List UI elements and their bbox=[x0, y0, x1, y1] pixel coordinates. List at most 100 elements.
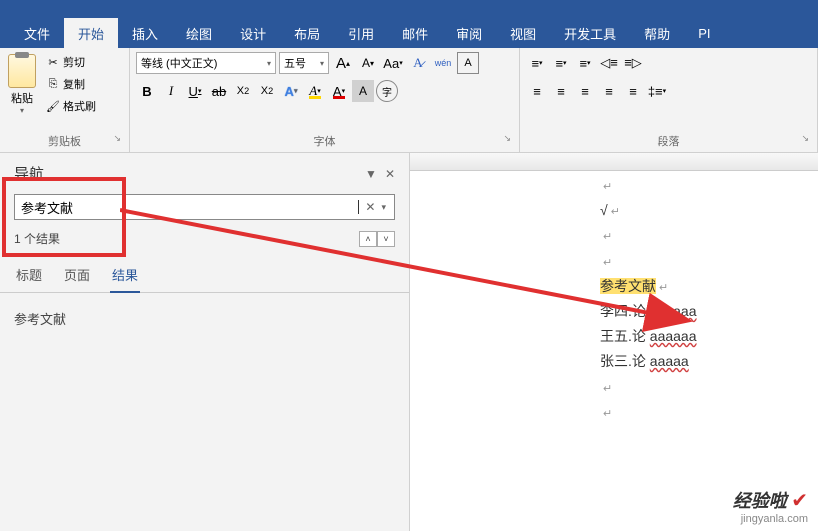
tab-layout[interactable]: 布局 bbox=[280, 18, 334, 49]
shading-button[interactable] bbox=[670, 80, 692, 102]
tab-file[interactable]: 文件 bbox=[10, 18, 64, 49]
doc-line: ↵ bbox=[600, 249, 808, 274]
tab-mailings[interactable]: 邮件 bbox=[388, 18, 442, 49]
format-painter-button[interactable]: 🖌格式刷 bbox=[42, 96, 100, 116]
font-size-value: 五号 bbox=[284, 55, 306, 71]
doc-line: ↵ bbox=[600, 375, 808, 400]
search-input[interactable] bbox=[21, 200, 358, 215]
text-effects-button[interactable]: A▾ bbox=[280, 80, 302, 102]
title-bar bbox=[0, 0, 818, 18]
bold-button[interactable]: B bbox=[136, 80, 158, 102]
underline-button[interactable]: U▾ bbox=[184, 80, 206, 102]
superscript-button[interactable]: X2 bbox=[256, 80, 278, 102]
copy-label: 复制 bbox=[63, 76, 85, 92]
paragraph-group-label: 段落 bbox=[526, 130, 811, 152]
subscript-button[interactable]: X2 bbox=[232, 80, 254, 102]
nav-close-button[interactable]: ✕ bbox=[385, 167, 395, 181]
font-name-select[interactable]: 等线 (中文正文) ▾ bbox=[136, 52, 276, 74]
brush-icon: 🖌 bbox=[46, 99, 60, 113]
nav-tab-results[interactable]: 结果 bbox=[110, 261, 140, 292]
doc-line: ↵ bbox=[600, 223, 808, 248]
result-count: 1 个结果 bbox=[14, 230, 60, 247]
decrease-font-button[interactable]: A▾ bbox=[357, 52, 379, 74]
line-spacing-button[interactable]: ‡≡▾ bbox=[646, 80, 668, 102]
enclose-chars-button[interactable]: 字 bbox=[376, 80, 398, 102]
ribbon: 粘贴 ▾ ✂剪切 ⎘复制 🖌格式刷 剪贴板 等线 (中文正文) ▾ 五号 ▾ A▴ … bbox=[0, 48, 818, 153]
cut-button[interactable]: ✂剪切 bbox=[42, 52, 100, 72]
next-result-button[interactable]: ˅ bbox=[377, 231, 395, 247]
phonetic-guide-button[interactable]: wén bbox=[432, 52, 454, 74]
search-options-button[interactable]: ▾ bbox=[379, 202, 388, 213]
tab-references[interactable]: 引用 bbox=[334, 18, 388, 49]
paste-button[interactable]: 粘贴 ▾ bbox=[6, 52, 38, 117]
bullets-button[interactable]: ≡▾ bbox=[526, 52, 548, 74]
clipboard-group: 粘贴 ▾ ✂剪切 ⎘复制 🖌格式刷 剪贴板 bbox=[0, 48, 130, 152]
ribbon-tabs: 文件 开始 插入 绘图 设计 布局 引用 邮件 审阅 视图 开发工具 帮助 PI bbox=[0, 18, 818, 48]
search-highlight: 参考文献 bbox=[600, 278, 656, 294]
sort-button[interactable] bbox=[646, 52, 668, 74]
doc-line: 张三.论 aaaaa bbox=[600, 349, 808, 374]
search-box[interactable]: ✕ ▾ bbox=[14, 194, 395, 220]
distributed-button[interactable]: ≡ bbox=[622, 80, 644, 102]
paste-label: 粘贴 bbox=[11, 90, 33, 106]
font-color-button[interactable]: A▾ bbox=[328, 80, 350, 102]
paragraph-group: ≡▾ ≡▾ ≡▾ ◁≡ ≡▷ ≡ ≡ ≡ ≡ ≡ ‡≡▾ 段落 bbox=[520, 48, 818, 152]
nav-tab-headings[interactable]: 标题 bbox=[14, 261, 44, 292]
search-result-item[interactable]: 参考文献 bbox=[14, 309, 395, 328]
copy-icon: ⎘ bbox=[46, 77, 60, 91]
doc-line: √↵ bbox=[600, 198, 808, 223]
tab-draw[interactable]: 绘图 bbox=[172, 18, 226, 49]
highlight-button[interactable]: A▾ bbox=[304, 80, 326, 102]
prev-result-button[interactable]: ˄ bbox=[359, 231, 377, 247]
font-group-label: 字体 bbox=[136, 130, 513, 152]
doc-line: ↵ bbox=[600, 400, 808, 425]
font-size-select[interactable]: 五号 ▾ bbox=[279, 52, 329, 74]
tab-design[interactable]: 设计 bbox=[226, 18, 280, 49]
tab-home[interactable]: 开始 bbox=[64, 18, 118, 49]
navigation-pane: 导航 ▼ ✕ ✕ ▾ 1 个结果 ˄ ˅ 标题 页面 结果 bbox=[0, 153, 410, 531]
decrease-indent-button[interactable]: ◁≡ bbox=[598, 52, 620, 74]
cut-label: 剪切 bbox=[63, 54, 85, 70]
tab-developer[interactable]: 开发工具 bbox=[550, 18, 630, 49]
chevron-down-icon: ▾ bbox=[320, 59, 324, 68]
clipboard-group-label: 剪贴板 bbox=[6, 130, 123, 152]
watermark: 经验啦 ✔ jingyanla.com bbox=[733, 487, 808, 525]
clear-formatting-button[interactable]: A̷ bbox=[407, 52, 429, 74]
multilevel-button[interactable]: ≡▾ bbox=[574, 52, 596, 74]
align-right-button[interactable]: ≡ bbox=[574, 80, 596, 102]
nav-options-button[interactable]: ▼ bbox=[365, 167, 377, 181]
numbering-button[interactable]: ≡▾ bbox=[550, 52, 572, 74]
scissors-icon: ✂ bbox=[46, 55, 60, 69]
tab-pdf[interactable]: PI bbox=[684, 20, 724, 47]
strikethrough-button[interactable]: ab bbox=[208, 80, 230, 102]
change-case-button[interactable]: Aa▾ bbox=[382, 52, 404, 74]
nav-pane-title: 导航 bbox=[14, 163, 44, 184]
doc-line: ↵ bbox=[600, 173, 808, 198]
font-name-value: 等线 (中文正文) bbox=[141, 55, 217, 71]
document-area[interactable]: ↵ √↵ ↵ ↵ 参考文献 ↵ 李四.论 aaaaaa 王五.论 aaaaaa 张… bbox=[410, 153, 818, 531]
justify-button[interactable]: ≡ bbox=[598, 80, 620, 102]
doc-line: 李四.论 aaaaaa bbox=[600, 299, 808, 324]
italic-button[interactable]: I bbox=[160, 80, 182, 102]
content-area: 导航 ▼ ✕ ✕ ▾ 1 个结果 ˄ ˅ 标题 页面 结果 bbox=[0, 153, 818, 531]
char-shading-button[interactable]: A bbox=[352, 80, 374, 102]
nav-tabs: 标题 页面 结果 bbox=[0, 257, 409, 293]
clipboard-icon bbox=[8, 54, 36, 88]
align-center-button[interactable]: ≡ bbox=[550, 80, 572, 102]
char-border-button[interactable]: A bbox=[457, 52, 479, 74]
ruler[interactable] bbox=[410, 153, 818, 171]
tab-help[interactable]: 帮助 bbox=[630, 18, 684, 49]
increase-indent-button[interactable]: ≡▷ bbox=[622, 52, 644, 74]
doc-line: 王五.论 aaaaaa bbox=[600, 324, 808, 349]
format-painter-label: 格式刷 bbox=[63, 98, 96, 114]
nav-tab-pages[interactable]: 页面 bbox=[62, 261, 92, 292]
font-group: 等线 (中文正文) ▾ 五号 ▾ A▴ A▾ Aa▾ A̷ wén A B I U▾… bbox=[130, 48, 520, 152]
tab-view[interactable]: 视图 bbox=[496, 18, 550, 49]
align-left-button[interactable]: ≡ bbox=[526, 80, 548, 102]
chevron-down-icon: ▾ bbox=[267, 59, 271, 68]
tab-insert[interactable]: 插入 bbox=[118, 18, 172, 49]
copy-button[interactable]: ⎘复制 bbox=[42, 74, 100, 94]
clear-search-button[interactable]: ✕ bbox=[361, 200, 379, 214]
tab-review[interactable]: 审阅 bbox=[442, 18, 496, 49]
increase-font-button[interactable]: A▴ bbox=[332, 52, 354, 74]
